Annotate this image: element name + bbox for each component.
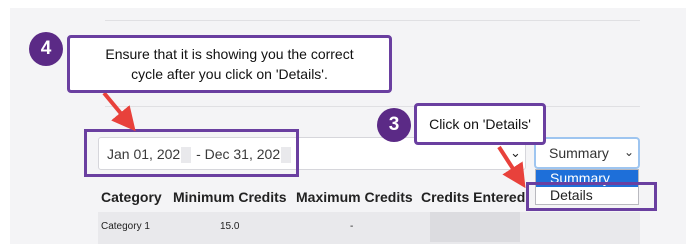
step-badge-4: 4 xyxy=(29,32,63,66)
red-arrow-icon xyxy=(497,145,526,189)
callout-step-3: Click on 'Details' xyxy=(414,103,546,145)
callout-text-line: Ensure that it is showing you the correc… xyxy=(105,46,354,62)
callout-text-line: cycle after you click on 'Details'. xyxy=(131,66,328,82)
step-badge-3: 3 xyxy=(377,108,411,142)
callout-step-4: Ensure that it is showing you the correc… xyxy=(67,35,392,93)
red-arrow-icon xyxy=(102,91,136,132)
